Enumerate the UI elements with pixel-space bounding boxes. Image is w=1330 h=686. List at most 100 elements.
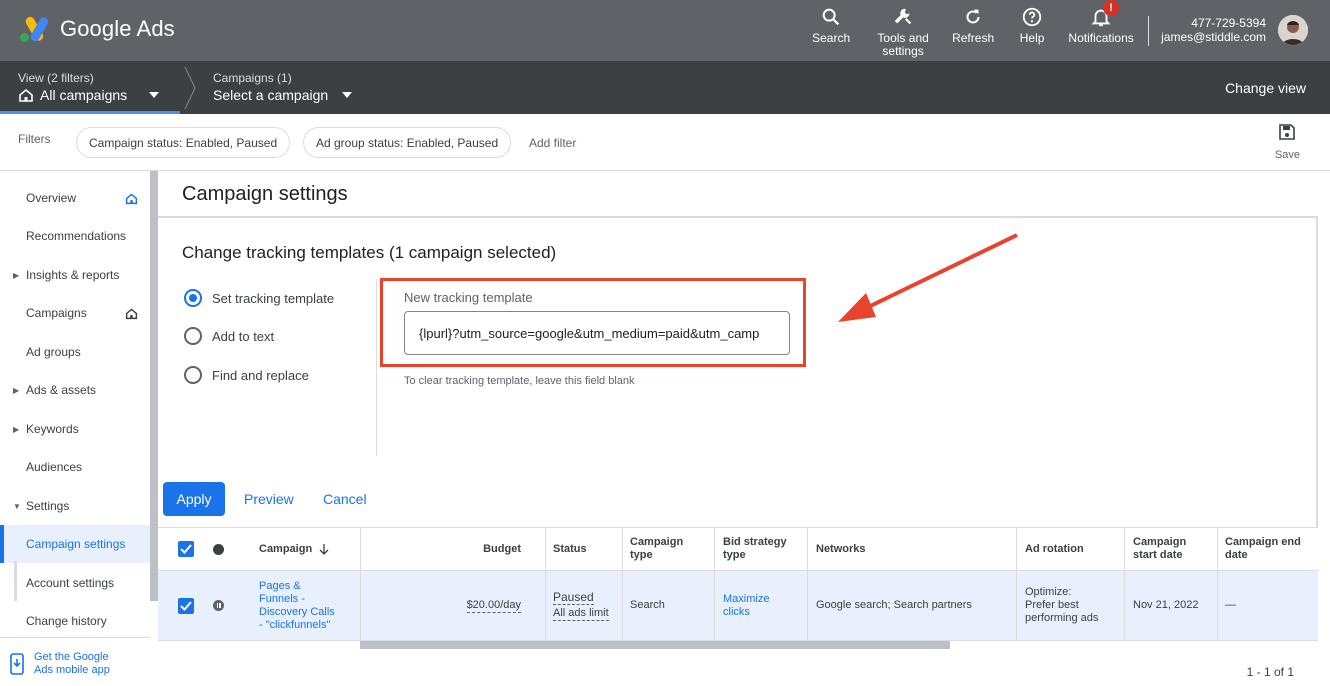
column-header-ad-rotation[interactable]: Ad rotation	[1025, 528, 1084, 570]
sidebar-item-label: Overview	[26, 191, 77, 205]
radio-set-tracking-template[interactable]: Set tracking template	[184, 289, 334, 307]
column-divider	[622, 571, 623, 640]
status-dot-icon	[213, 543, 224, 555]
campaign-selector[interactable]: Campaigns (1) Select a campaign	[213, 71, 353, 103]
expand-arrow-icon: ▶	[13, 424, 20, 434]
notifications-label: Notifications	[1068, 31, 1134, 45]
budget-value: $20.00/day	[466, 598, 521, 613]
column-header-campaign[interactable]: Campaign	[259, 528, 329, 570]
sidebar-item-account-settings[interactable]: Account settings	[0, 564, 150, 602]
row-status-icon[interactable]	[213, 571, 224, 640]
sidebar-item-overview[interactable]: Overview	[0, 179, 150, 217]
sidebar-item-label: Ad groups	[26, 345, 81, 359]
table-row[interactable]: Pages & Funnels - Discovery Calls - "cli…	[158, 571, 1318, 641]
bid-strategy-link[interactable]: Maximize clicks	[723, 571, 793, 640]
annotation-arrow-icon	[838, 233, 1018, 322]
add-filter-link[interactable]: Add filter	[529, 136, 576, 150]
checkmark-icon	[180, 600, 192, 611]
cancel-button[interactable]: Cancel	[323, 491, 367, 507]
tracking-template-hint: To clear tracking template, leave this f…	[404, 375, 635, 387]
column-divider	[1217, 571, 1218, 640]
networks-value: Google search; Search partners	[816, 599, 972, 611]
home-icon	[19, 88, 33, 102]
sidebar-item-label: Keywords	[26, 422, 79, 436]
sidebar-item-campaign-settings[interactable]: Campaign settings	[0, 525, 150, 563]
status-value: Paused	[553, 589, 594, 605]
sidebar-item-label: Account settings	[26, 576, 115, 590]
view-selector[interactable]: View (2 filters) All campaigns	[18, 71, 160, 103]
column-divider	[1217, 528, 1218, 570]
radio-add-to-text[interactable]: Add to text	[184, 327, 274, 345]
tools-settings-button[interactable]: Tools and settings	[868, 0, 938, 58]
sort-down-icon	[319, 543, 329, 555]
breadcrumb-separator-icon	[184, 67, 196, 109]
sidebar-item-ad-groups[interactable]: Ad groups	[0, 333, 150, 371]
campaign-type-cell: Search	[630, 571, 665, 640]
preview-button[interactable]: Preview	[244, 491, 294, 507]
submenu-guide	[14, 561, 17, 601]
sidebar-item-recommendations[interactable]: Recommendations	[0, 217, 150, 255]
end-date-value: —	[1225, 599, 1236, 611]
main-content: Campaign settings Change tracking templa…	[158, 171, 1330, 686]
change-view-link[interactable]: Change view	[1225, 80, 1306, 96]
status-column-header[interactable]	[213, 528, 224, 570]
options-divider	[376, 279, 377, 456]
row-checkbox[interactable]	[178, 571, 194, 640]
sidebar-item-ads-assets[interactable]: ▶ Ads & assets	[0, 371, 150, 409]
column-header-budget[interactable]: Budget	[360, 528, 521, 570]
sidebar-item-label: Ads & assets	[26, 383, 97, 397]
column-header-end-date[interactable]: Campaign end date	[1225, 528, 1317, 570]
radio-label: Set tracking template	[212, 290, 335, 306]
account-info[interactable]: 477-729-5394 james@stiddle.com	[1161, 0, 1266, 44]
sidebar-item-change-history[interactable]: Change history	[0, 602, 150, 640]
avatar[interactable]	[1278, 15, 1308, 45]
sidebar-item-campaigns[interactable]: Campaigns	[0, 294, 150, 332]
help-button[interactable]: Help	[1008, 0, 1056, 45]
column-header-start-date[interactable]: Campaign start date	[1133, 528, 1209, 570]
account-divider	[1148, 16, 1150, 46]
column-header-status[interactable]: Status	[553, 528, 587, 570]
apply-button[interactable]: Apply	[163, 482, 225, 516]
mobile-app-link[interactable]: Get the Google Ads mobile app	[10, 651, 122, 677]
pagination-info: 1 - 1 of 1	[1246, 665, 1294, 679]
column-divider	[807, 528, 808, 570]
google-ads-logo[interactable]: Google Ads	[18, 15, 175, 43]
filter-chip-campaign-status[interactable]: Campaign status: Enabled, Paused	[76, 127, 291, 158]
column-header-bid-strategy[interactable]: Bid strategy type	[723, 528, 803, 570]
radio-find-and-replace[interactable]: Find and replace	[184, 366, 309, 384]
sidebar-item-settings[interactable]: ▼ Settings	[0, 487, 150, 525]
budget-cell[interactable]: $20.00/day	[360, 571, 521, 640]
tracking-template-input[interactable]	[404, 311, 790, 355]
column-header-campaign-type[interactable]: Campaign type	[630, 528, 702, 570]
account-email: james@stiddle.com	[1161, 30, 1266, 44]
section-title: Change tracking templates (1 campaign se…	[182, 243, 557, 262]
campaigns-value: Select a campaign	[213, 87, 329, 103]
column-divider	[1124, 571, 1125, 640]
search-button[interactable]: Search	[802, 0, 860, 45]
status-detail: All ads limit	[553, 606, 609, 621]
campaign-name-link[interactable]: Pages & Funnels - Discovery Calls - "cli…	[259, 571, 339, 640]
sidebar-item-label: Change history	[26, 614, 107, 628]
help-label: Help	[1019, 31, 1045, 45]
save-button[interactable]: Save	[1275, 123, 1300, 161]
notifications-button[interactable]: ! Notifications	[1062, 0, 1140, 45]
sidebar-item-insights[interactable]: ▶ Insights & reports	[0, 256, 150, 294]
start-date-cell: Nov 21, 2022	[1133, 571, 1198, 640]
column-divider	[1016, 571, 1017, 640]
table-horizontal-scrollbar[interactable]	[360, 641, 950, 649]
sidebar-scrollbar[interactable]	[150, 171, 158, 601]
networks-cell: Google search; Search partners	[816, 571, 972, 640]
column-header-networks[interactable]: Networks	[816, 528, 866, 570]
sidebar-item-audiences[interactable]: Audiences	[0, 448, 150, 486]
status-cell[interactable]: Paused All ads limit	[553, 571, 609, 640]
select-all-checkbox[interactable]	[178, 528, 194, 570]
sidebar-item-keywords[interactable]: ▶ Keywords	[0, 410, 150, 448]
column-divider	[807, 571, 808, 640]
filter-chip-ad-group-status[interactable]: Ad group status: Enabled, Paused	[303, 127, 512, 158]
column-header-label: Bid strategy type	[723, 536, 787, 561]
refresh-button[interactable]: Refresh	[944, 0, 1002, 45]
search-icon	[822, 8, 840, 26]
account-id: 477-729-5394	[1191, 16, 1266, 30]
sidebar-item-label: Recommendations	[26, 229, 127, 243]
mobile-app-label: Get the Google Ads mobile app	[34, 651, 110, 676]
